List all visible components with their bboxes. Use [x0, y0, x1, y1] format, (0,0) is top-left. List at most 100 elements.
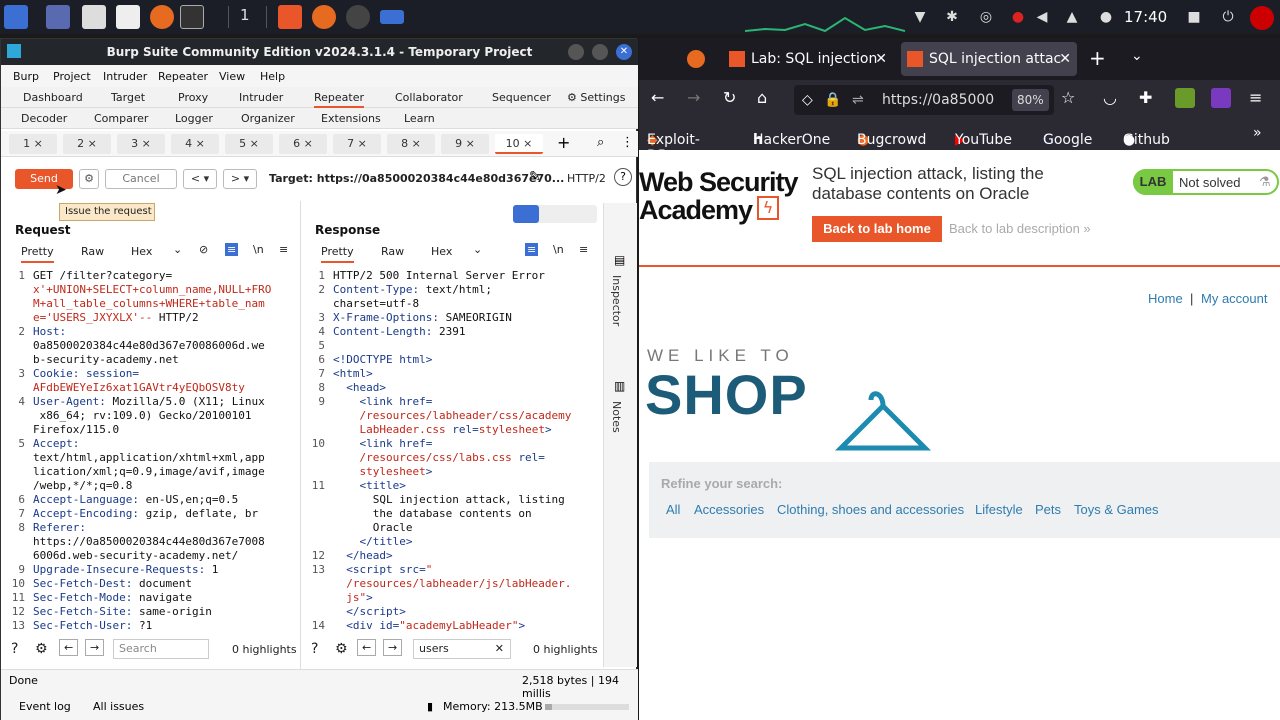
- extensions-icon[interactable]: ✚: [1139, 88, 1152, 107]
- wifi-icon[interactable]: ▼: [912, 9, 928, 25]
- firefox-view-icon[interactable]: [687, 50, 705, 68]
- tab-organizer[interactable]: Organizer: [241, 112, 295, 125]
- menu-icon[interactable]: ≡: [1249, 88, 1262, 107]
- chevron-down-icon[interactable]: ⌄: [473, 243, 482, 256]
- menu-icon[interactable]: ≡: [579, 243, 588, 256]
- burp-icon[interactable]: [278, 5, 302, 29]
- newline-icon[interactable]: \n: [553, 243, 564, 256]
- repeater-tab-8[interactable]: 8 ×: [387, 134, 435, 154]
- files-icon[interactable]: [82, 5, 106, 29]
- tab-target[interactable]: Target: [111, 91, 145, 104]
- protocol-label[interactable]: HTTP/2: [567, 172, 606, 185]
- request-editor[interactable]: 1 GET /filter?category= x'+UNION+SELECT+…: [7, 267, 293, 631]
- url-text[interactable]: https://0a85000: [882, 85, 994, 115]
- tab-intruder[interactable]: Intruder: [239, 91, 283, 104]
- clear-icon[interactable]: ✕: [495, 640, 504, 658]
- reload-icon[interactable]: ↻: [723, 88, 736, 107]
- power-icon[interactable]: ●: [1098, 9, 1114, 25]
- editor-icon[interactable]: [116, 5, 140, 29]
- wrap-icon[interactable]: ≡: [525, 243, 539, 256]
- request-pretty-tab[interactable]: Pretty: [21, 245, 54, 263]
- zoom-level[interactable]: 80%: [1012, 89, 1049, 111]
- close-button[interactable]: ✕: [616, 44, 632, 60]
- target-label[interactable]: Target: https://0a8500020384c44e80d367e7…: [269, 172, 564, 185]
- all-issues-button[interactable]: All issues: [93, 700, 144, 713]
- close-icon[interactable]: ✕: [1059, 42, 1071, 76]
- bluetooth-icon[interactable]: ✱: [944, 9, 960, 25]
- volume-icon[interactable]: ◀: [1034, 9, 1050, 25]
- forward-icon[interactable]: > ▾: [223, 169, 257, 189]
- menu-intruder[interactable]: Intruder: [103, 70, 147, 83]
- addon-icon[interactable]: [1211, 88, 1231, 108]
- repeater-tab-1[interactable]: 1 ×: [9, 134, 57, 154]
- menu-project[interactable]: Project: [53, 70, 91, 83]
- tab-settings[interactable]: ⚙ Settings: [567, 91, 625, 104]
- search-icon[interactable]: ⌕: [597, 135, 604, 150]
- url-bar[interactable]: ◇ 🔒 ⇌ https://0a85000 80%: [794, 85, 1054, 115]
- pocket-icon[interactable]: ◡: [1103, 88, 1117, 107]
- tab-repeater[interactable]: Repeater: [314, 91, 365, 108]
- newline-icon[interactable]: \n: [253, 243, 264, 256]
- close-icon[interactable]: ✕: [875, 42, 887, 76]
- minimize-button[interactable]: [568, 44, 584, 60]
- response-raw-tab[interactable]: Raw: [381, 245, 404, 258]
- shield-icon[interactable]: ◇: [802, 85, 813, 115]
- back-to-lab-description-link[interactable]: Back to lab description »: [949, 221, 1091, 236]
- help-icon[interactable]: ?: [311, 641, 318, 657]
- forward-icon[interactable]: →: [687, 88, 700, 107]
- tab-collaborator[interactable]: Collaborator: [395, 91, 463, 104]
- new-tab-icon[interactable]: +: [1089, 46, 1106, 70]
- filter-pets[interactable]: Pets: [1035, 502, 1061, 517]
- response-editor[interactable]: 1 HTTP/2 500 Internal Server Error 2 Conte…: [307, 267, 595, 631]
- terminal-icon[interactable]: [180, 5, 204, 29]
- notes-icon[interactable]: ▥: [614, 379, 625, 393]
- repeater-tab-10[interactable]: 10 ×: [495, 134, 543, 154]
- list-tabs-icon[interactable]: ⌄: [1131, 48, 1143, 64]
- repeater-tab-3[interactable]: 3 ×: [117, 134, 165, 154]
- response-hex-tab[interactable]: Hex: [431, 245, 452, 258]
- microphone-icon[interactable]: ●: [1010, 9, 1026, 25]
- repeater-tab-7[interactable]: 7 ×: [333, 134, 381, 154]
- chevron-down-icon[interactable]: ⌄: [173, 243, 182, 256]
- add-tab-icon[interactable]: +: [557, 133, 570, 152]
- vpn-icon[interactable]: ◎: [978, 9, 994, 25]
- app-icon[interactable]: [346, 5, 370, 29]
- request-raw-tab[interactable]: Raw: [81, 245, 104, 258]
- home-icon[interactable]: ⌂: [757, 88, 767, 107]
- tab-sql-injection-attack[interactable]: SQL injection attac ✕: [901, 42, 1077, 76]
- notes-tab[interactable]: Notes: [610, 401, 623, 433]
- workspace-number[interactable]: 1: [240, 6, 250, 24]
- lock-icon[interactable]: 🔒: [824, 85, 841, 115]
- layout-toggle[interactable]: [513, 205, 597, 223]
- permissions-icon[interactable]: ⇌: [852, 85, 864, 115]
- next-icon[interactable]: →: [85, 639, 105, 656]
- more-bookmarks-icon[interactable]: »: [1253, 125, 1262, 141]
- gear-icon[interactable]: ⚙: [335, 641, 348, 657]
- wrap-icon[interactable]: ≡: [225, 243, 239, 256]
- firefox-task-icon[interactable]: [312, 5, 336, 29]
- repeater-tab-2[interactable]: 2 ×: [63, 134, 111, 154]
- bookmark-star-icon[interactable]: ☆: [1061, 88, 1075, 107]
- lock-icon[interactable]: ■: [1186, 9, 1202, 25]
- tab-decoder[interactable]: Decoder: [21, 112, 67, 125]
- repeater-tab-5[interactable]: 5 ×: [225, 134, 273, 154]
- tab-lab-sql-injection[interactable]: Lab: SQL injection ✕: [723, 42, 891, 76]
- filter-clothing[interactable]: Clothing, shoes and accessories: [777, 502, 964, 517]
- tab-dashboard[interactable]: Dashboard: [23, 91, 83, 104]
- gear-icon[interactable]: ⚙: [35, 641, 48, 657]
- notifications-icon[interactable]: ▲: [1064, 9, 1080, 25]
- request-search-input[interactable]: Search: [113, 639, 209, 659]
- menu-view[interactable]: View: [219, 70, 245, 83]
- tab-sequencer[interactable]: Sequencer: [492, 91, 551, 104]
- event-log-button[interactable]: Event log: [19, 700, 71, 713]
- inspector-tab[interactable]: Inspector: [610, 275, 623, 326]
- help-icon[interactable]: ?: [11, 641, 18, 657]
- filter-all[interactable]: All: [666, 502, 680, 517]
- menu-icon[interactable]: ≡: [279, 243, 288, 256]
- logout-icon[interactable]: ⏻: [1220, 9, 1236, 25]
- response-pretty-tab[interactable]: Pretty: [321, 245, 354, 263]
- more-icon[interactable]: ⋮: [621, 135, 634, 150]
- tab-extensions[interactable]: Extensions: [321, 112, 381, 125]
- clock[interactable]: 17:40: [1124, 8, 1167, 26]
- my-account-link[interactable]: My account: [1201, 291, 1267, 306]
